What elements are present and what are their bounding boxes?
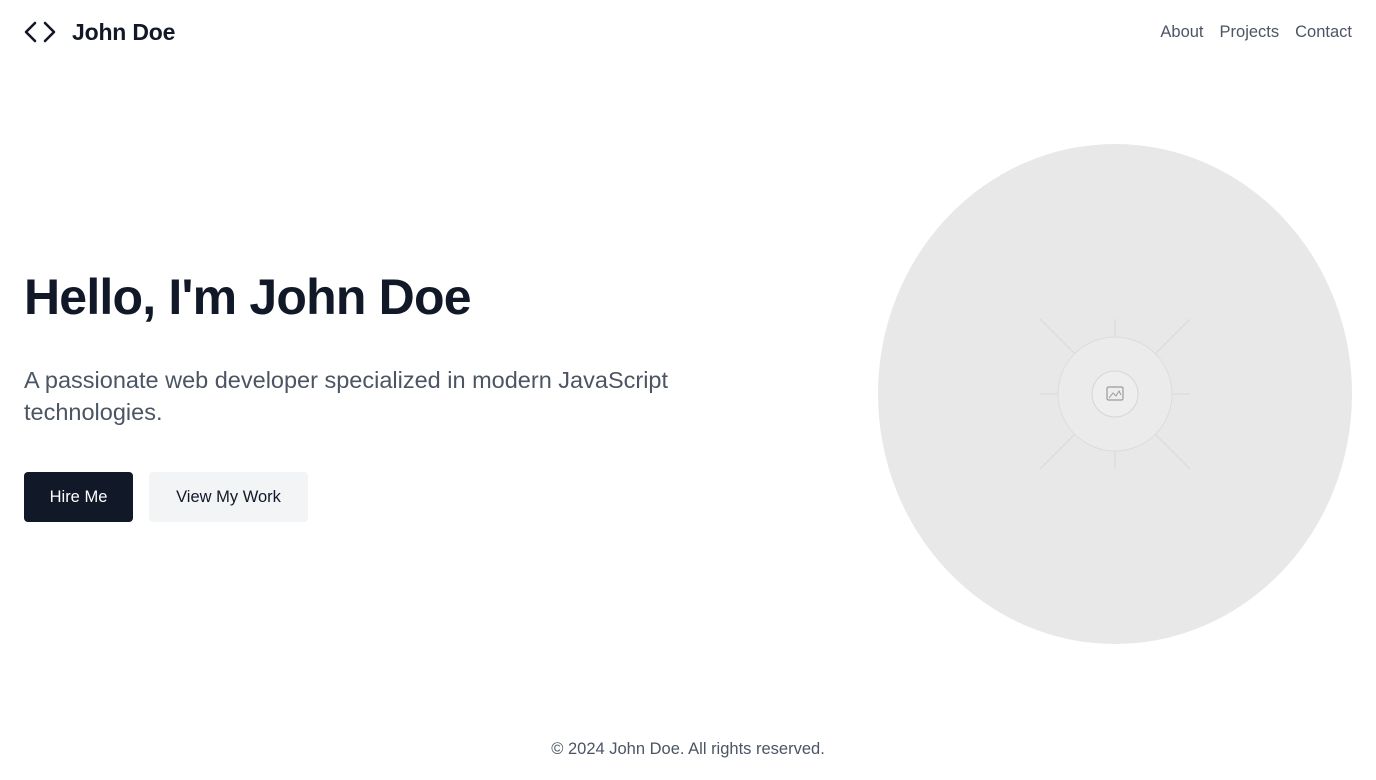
hero-title: Hello, I'm John Doe	[24, 269, 472, 325]
nav-link-about[interactable]: About	[1160, 23, 1203, 42]
copyright-text: © 2024 John Doe. All rights reserved.	[551, 740, 825, 758]
nav-link-contact[interactable]: Contact	[1295, 23, 1352, 42]
site-footer: © 2024 John Doe. All rights reserved.	[0, 740, 1376, 759]
hero-buttons: Hire Me View My Work	[24, 472, 784, 522]
page: John Doe About Projects Contact Hello, I…	[0, 0, 1376, 780]
brand-name: John Doe	[72, 18, 176, 45]
brand-link[interactable]: John Doe	[24, 19, 175, 46]
code-brackets-icon	[24, 20, 56, 44]
hero-section: Hello, I'm John Doe A passionate web dev…	[24, 268, 784, 522]
main-nav: About Projects Contact	[1160, 23, 1352, 42]
view-my-work-button[interactable]: View My Work	[149, 472, 308, 522]
image-placeholder-icon	[1040, 319, 1190, 469]
site-header: John Doe About Projects Contact	[0, 0, 1376, 64]
hire-me-button[interactable]: Hire Me	[24, 472, 133, 522]
hero-image-placeholder	[878, 144, 1352, 644]
nav-link-projects[interactable]: Projects	[1220, 23, 1280, 42]
hero-subtitle: A passionate web developer specialized i…	[24, 367, 669, 425]
